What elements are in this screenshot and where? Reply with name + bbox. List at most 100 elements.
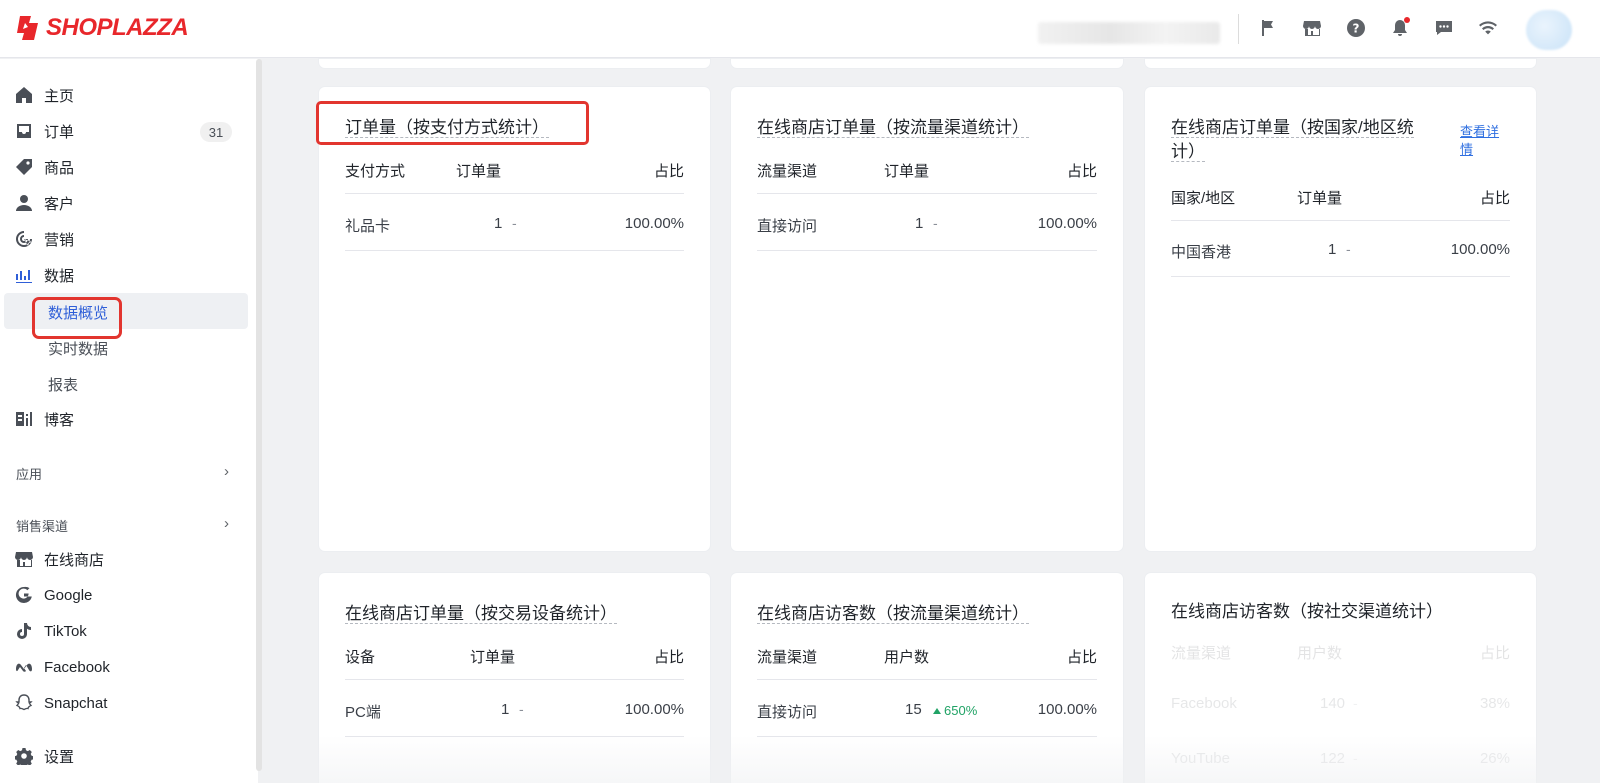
card-title: 在线商店访客数（按流量渠道统计） bbox=[757, 604, 1029, 624]
bell-icon[interactable] bbox=[1389, 17, 1411, 39]
sidebar-item-snapchat[interactable]: Snapchat bbox=[0, 686, 248, 720]
highlight-box-card-title bbox=[316, 101, 589, 145]
divider bbox=[345, 736, 684, 737]
column-header: 设备 bbox=[345, 649, 376, 666]
table-cell-count: 15 bbox=[905, 701, 922, 718]
tag-icon bbox=[14, 157, 34, 177]
sidebar-item-label: 在线商店 bbox=[44, 551, 105, 569]
sidebar-item-label: 设置 bbox=[44, 748, 75, 766]
column-header: 占比 bbox=[1066, 649, 1097, 666]
avatar[interactable] bbox=[1526, 10, 1572, 50]
divider bbox=[345, 679, 684, 680]
column-header: 流量渠道 bbox=[1171, 645, 1232, 662]
column-header: 订单量 bbox=[1297, 190, 1343, 207]
table-cell-change: - bbox=[512, 215, 517, 231]
divider bbox=[1171, 220, 1510, 221]
sales-channels-section-header[interactable]: 销售渠道 › bbox=[0, 509, 248, 539]
apps-section-header[interactable]: 应用 › bbox=[0, 457, 248, 487]
table-cell-change: - bbox=[1346, 241, 1351, 257]
home-icon bbox=[14, 85, 34, 105]
sidebar-item-google[interactable]: Google bbox=[0, 578, 248, 612]
card-partial-top bbox=[1145, 59, 1536, 68]
card-orders-by-country: 在线商店订单量（按国家/地区统 计） 查看详情 国家/地区 订单量 占比 中国香港… bbox=[1145, 87, 1536, 551]
sidebar-item-products[interactable]: 商品 bbox=[0, 150, 248, 184]
card-partial-top bbox=[319, 59, 710, 68]
sidebar-item-marketing[interactable]: 营销 bbox=[0, 222, 248, 256]
table-cell-name: 直接访问 bbox=[757, 218, 818, 235]
person-icon bbox=[14, 193, 34, 213]
table-cell-change: - bbox=[519, 701, 524, 717]
card-title: 在线商店订单量（按国家/地区统 计） bbox=[1171, 118, 1414, 162]
sidebar-item-label: 订单 bbox=[44, 123, 75, 141]
divider bbox=[1238, 14, 1239, 44]
table-cell-count: 1 bbox=[915, 215, 924, 232]
table-cell-count: 1 bbox=[494, 215, 503, 232]
sidebar-item-label: Facebook bbox=[44, 658, 110, 676]
store-name-blurred[interactable] bbox=[1038, 22, 1220, 44]
store-icon[interactable] bbox=[1301, 17, 1323, 39]
card-title: 在线商店订单量（按流量渠道统计） bbox=[757, 118, 1029, 138]
card-title: 在线商店访客数（按社交渠道统计） bbox=[1171, 602, 1443, 621]
table-cell-percent: 100.00% bbox=[1037, 701, 1097, 718]
google-icon bbox=[14, 585, 34, 605]
chevron-right-icon: › bbox=[224, 463, 229, 480]
view-details-link[interactable]: 查看详情 bbox=[1460, 123, 1499, 159]
column-header: 支付方式 bbox=[345, 163, 406, 180]
wifi-icon[interactable] bbox=[1477, 17, 1499, 39]
chat-icon[interactable] bbox=[1433, 17, 1455, 39]
card-title: 在线商店订单量（按交易设备统计） bbox=[345, 604, 617, 624]
table-cell-count: 1 bbox=[501, 701, 510, 718]
divider bbox=[345, 193, 684, 194]
sidebar-item-online-store[interactable]: 在线商店 bbox=[0, 542, 248, 576]
sidebar-item-orders[interactable]: 订单 31 bbox=[0, 114, 248, 148]
help-icon[interactable]: ? bbox=[1345, 17, 1367, 39]
sidebar-item-label: 主页 bbox=[44, 87, 75, 105]
sidebar-item-home[interactable]: 主页 bbox=[0, 78, 248, 112]
card-orders-by-traffic-channel: 在线商店订单量（按流量渠道统计） 流量渠道 订单量 占比 直接访问 1 - 10… bbox=[731, 87, 1123, 551]
inbox-icon bbox=[14, 121, 34, 141]
snapchat-icon bbox=[14, 693, 34, 713]
table-cell-name: YouTube bbox=[1171, 750, 1230, 767]
sidebar-item-label: 客户 bbox=[44, 195, 75, 213]
sidebar-item-blog[interactable]: 博客 bbox=[0, 402, 248, 436]
table-cell-percent: 100.00% bbox=[624, 701, 684, 718]
divider bbox=[757, 736, 1097, 737]
sidebar-item-analytics[interactable]: 数据 bbox=[0, 258, 248, 292]
card-visitors-by-social-channel: 在线商店访客数（按社交渠道统计） 流量渠道 用户数 占比 Facebook 14… bbox=[1145, 573, 1536, 783]
table-cell-change: - bbox=[1353, 695, 1358, 711]
arrow-up-icon bbox=[933, 707, 941, 714]
table-cell-count: 140 bbox=[1320, 695, 1346, 712]
flag-icon[interactable] bbox=[1257, 17, 1279, 39]
sidebar-item-label: 博客 bbox=[44, 411, 75, 429]
trend-up-indicator: 650% bbox=[933, 703, 977, 718]
table-cell-name: PC端 bbox=[345, 704, 381, 721]
column-header: 国家/地区 bbox=[1171, 190, 1236, 207]
table-cell-name: Facebook bbox=[1171, 695, 1237, 712]
sidebar-subitem-reports[interactable]: 报表 bbox=[4, 365, 248, 401]
sidebar-subitem-realtime[interactable]: 实时数据 bbox=[4, 329, 248, 365]
column-header: 订单量 bbox=[456, 163, 502, 180]
table-cell-change: - bbox=[933, 215, 938, 231]
chevron-right-icon: › bbox=[224, 515, 229, 532]
divider bbox=[345, 250, 684, 251]
table-cell-percent: 38% bbox=[1479, 695, 1510, 712]
card-visitors-by-traffic-channel: 在线商店访客数（按流量渠道统计） 流量渠道 用户数 占比 直接访问 15 650… bbox=[731, 573, 1123, 783]
table-cell-count: 1 bbox=[1328, 241, 1337, 258]
sidebar-item-tiktok[interactable]: TikTok bbox=[0, 614, 248, 648]
table-cell-percent: 100.00% bbox=[624, 215, 684, 232]
target-icon bbox=[14, 229, 34, 249]
card-orders-by-device: 在线商店订单量（按交易设备统计） 设备 订单量 占比 PC端 1 - 100.0… bbox=[319, 573, 710, 783]
table-cell-percent: 26% bbox=[1479, 750, 1510, 767]
logo-mark-icon bbox=[16, 14, 42, 42]
sidebar-item-facebook[interactable]: Facebook bbox=[0, 650, 248, 684]
table-cell-change: - bbox=[1353, 750, 1358, 766]
shoplazza-logo[interactable]: SHOPLAZZA bbox=[16, 14, 189, 42]
column-header: 用户数 bbox=[884, 649, 930, 666]
trend-value: 650% bbox=[944, 703, 978, 718]
svg-text:?: ? bbox=[1353, 22, 1360, 36]
sidebar-item-customers[interactable]: 客户 bbox=[0, 186, 248, 220]
column-header: 占比 bbox=[1479, 645, 1510, 662]
sidebar-item-settings[interactable]: 设置 bbox=[0, 739, 248, 773]
divider bbox=[757, 250, 1097, 251]
sidebar-scrollbar[interactable] bbox=[256, 59, 262, 771]
